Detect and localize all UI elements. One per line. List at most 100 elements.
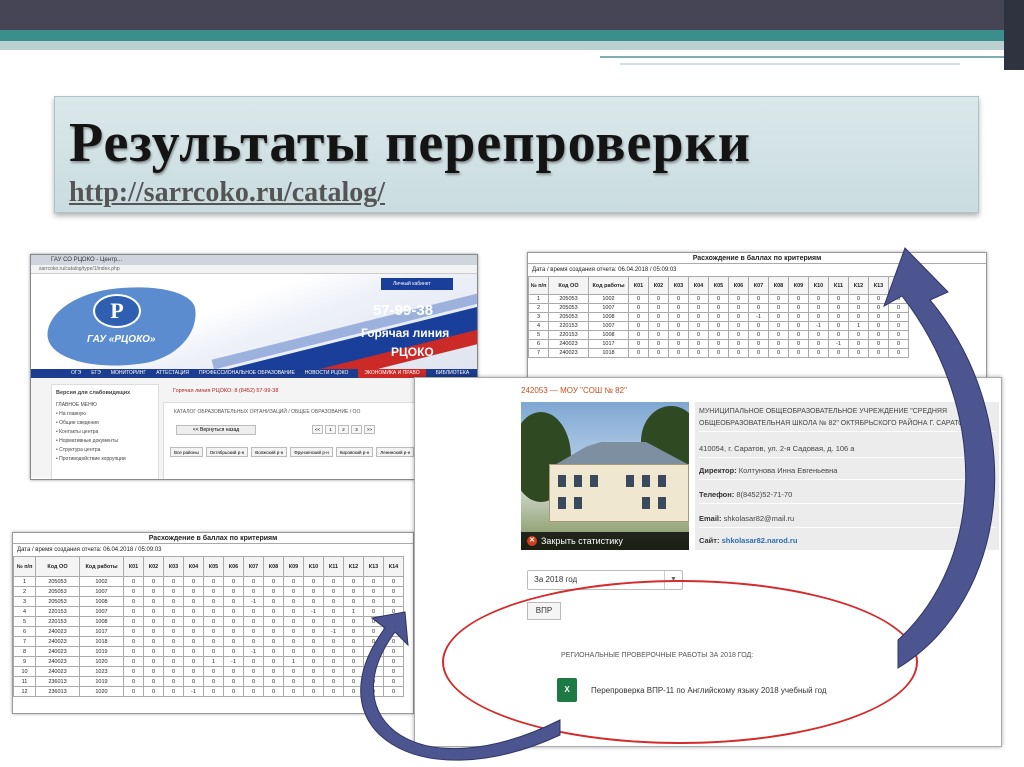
table-cell: 0 [303,626,324,637]
table-cell: 0 [363,616,384,627]
table-cell: 0 [728,330,749,340]
table-cell: 0 [848,312,869,322]
nav-item[interactable]: ОГЭ [71,369,81,378]
table-cell: 0 [303,576,324,587]
table-cell: 0 [383,666,404,677]
sidebar-item[interactable]: • Общие сведения [56,419,154,428]
window [642,497,650,509]
table-row: 12 236013 1020 0 0 0 -1 0 0 0 0 0 0 0 0 0 0 [13,686,404,697]
district-button[interactable]: Октябрьский р-н [205,447,249,457]
browser-tab[interactable]: ГАУ СО РЦОКО - Центр... [31,255,477,265]
table-cell: 0 [648,294,669,304]
nav-item[interactable]: АТТЕСТАЦИЯ [156,369,189,378]
window [642,475,650,487]
table-cell: 0 [303,686,324,697]
nav-item[interactable]: ПРОФЕССИОНАЛЬНОЕ ОБРАЗОВАНИЕ [199,369,295,378]
table-cell: 220153 [548,321,589,331]
district-button[interactable]: Ленинский р-н [376,447,415,457]
nav-item[interactable]: МОНИТОРИНГ [111,369,146,378]
top-light-bar [0,41,1024,50]
table-cell: 0 [163,666,184,677]
sidebar-item[interactable]: • Контакты центра [56,428,154,437]
table-cell: 0 [243,676,264,687]
phone-row: Телефон: 8(8452)52-71-70 [699,486,995,504]
table-cell: 12 [13,686,36,697]
table-cell: 0 [203,626,224,637]
window [574,497,582,509]
table-cell: 0 [648,303,669,313]
table-cell: 0 [203,686,224,697]
accessibility-link[interactable]: Версия для слабовидящих [56,389,154,398]
table-cell: 0 [383,676,404,687]
table-cell: 0 [383,596,404,607]
sidebar-menu-title: ГЛАВНОЕ МЕНЮ [56,402,97,408]
table-header-cell: К06 [728,276,749,295]
table-cell: 0 [303,636,324,647]
table-cell: 0 [748,348,769,358]
sidebar-item[interactable]: • Нормативные документы [56,437,154,446]
site-link[interactable]: shkolasar82.narod.ru [722,536,798,545]
sidebar-item[interactable]: • Противодействие коррупции [56,455,154,464]
sidebar-item[interactable]: • Структура центра [56,446,154,455]
phone-label: Телефон: [699,490,735,499]
district-button[interactable]: Фрунзенский р-н [290,447,333,457]
table-cell: 0 [203,646,224,657]
page-button[interactable]: 2 [338,425,349,434]
table-cell: -1 [748,312,769,322]
district-button[interactable]: Волжский р-н [251,447,288,457]
table-cell: 0 [183,676,204,687]
table-header-cell: К08 [768,276,789,295]
school-photo [521,402,689,550]
table-cell: 0 [808,330,829,340]
table-cell: 240023 [548,348,589,358]
table-row: 3 205053 1008 0 0 0 0 0 0 -1 0 0 0 0 0 0 0 [528,312,909,322]
table-cell: 0 [283,606,304,617]
table-cell: 0 [203,666,224,677]
table-cell: 0 [223,676,244,687]
table-cell: 0 [223,636,244,647]
page-button[interactable]: 3 [351,425,362,434]
page-button[interactable]: >> [364,425,375,434]
page-button[interactable]: 1 [325,425,336,434]
table-cell: -1 [183,686,204,697]
table-cell: 0 [708,348,729,358]
nav-item[interactable]: ЕГЭ [91,369,101,378]
table-cell: 205053 [35,586,80,597]
table-cell: 2 [13,586,36,597]
table-header-cell: К03 [668,276,689,295]
table-cell: 0 [768,321,789,331]
table-cell: 0 [303,586,324,597]
table-cell: 0 [183,626,204,637]
page-button[interactable]: << [312,425,323,434]
report-date: Дата / время создания отчета: 06.04.2018… [17,547,162,553]
table-cell: 0 [363,576,384,587]
table-cell: 0 [303,646,324,657]
login-button[interactable]: Личный кабинет [381,278,453,290]
table-cell: 1018 [588,348,629,358]
site-nav: ОГЭ ЕГЭ МОНИТОРИНГ АТТЕСТАЦИЯ ПРОФЕССИОНАЛЬН… [31,369,477,378]
table-cell: 0 [303,666,324,677]
table-cell: 0 [283,646,304,657]
table-cell: 0 [283,626,304,637]
table-cell: 0 [223,576,244,587]
sidebar-item[interactable]: • На главную [56,410,154,419]
table-cell: 2 [528,303,549,313]
table-cell: 0 [868,321,889,331]
close-statistics-button[interactable]: ✕ Закрыть статистику [521,532,689,550]
nav-item[interactable]: НОВОСТИ РЦОКО [305,369,349,378]
table-cell: 0 [323,616,344,627]
catalog-link[interactable]: http://sarrcoko.ru/catalog/ [69,177,385,209]
table-cell: 0 [343,586,364,597]
table-cell: 0 [748,294,769,304]
district-button[interactable]: Кировский р-н [335,447,374,457]
table-cell: 0 [828,303,849,313]
address-bar[interactable]: sarrcoko.ru/catalog/type/1/index.php [31,265,477,274]
table-row: 3 205053 1008 0 0 0 0 0 0 -1 0 0 0 0 0 0 0 [13,596,404,607]
district-button[interactable]: Все районы [170,447,203,457]
table-cell: 0 [888,303,909,313]
table-cell: 0 [143,596,164,607]
back-button[interactable]: << Вернуться назад [176,425,256,435]
table-cell: 0 [868,330,889,340]
table-title: Расхождение в баллах по критериям [528,253,986,264]
table-cell: 0 [123,606,144,617]
